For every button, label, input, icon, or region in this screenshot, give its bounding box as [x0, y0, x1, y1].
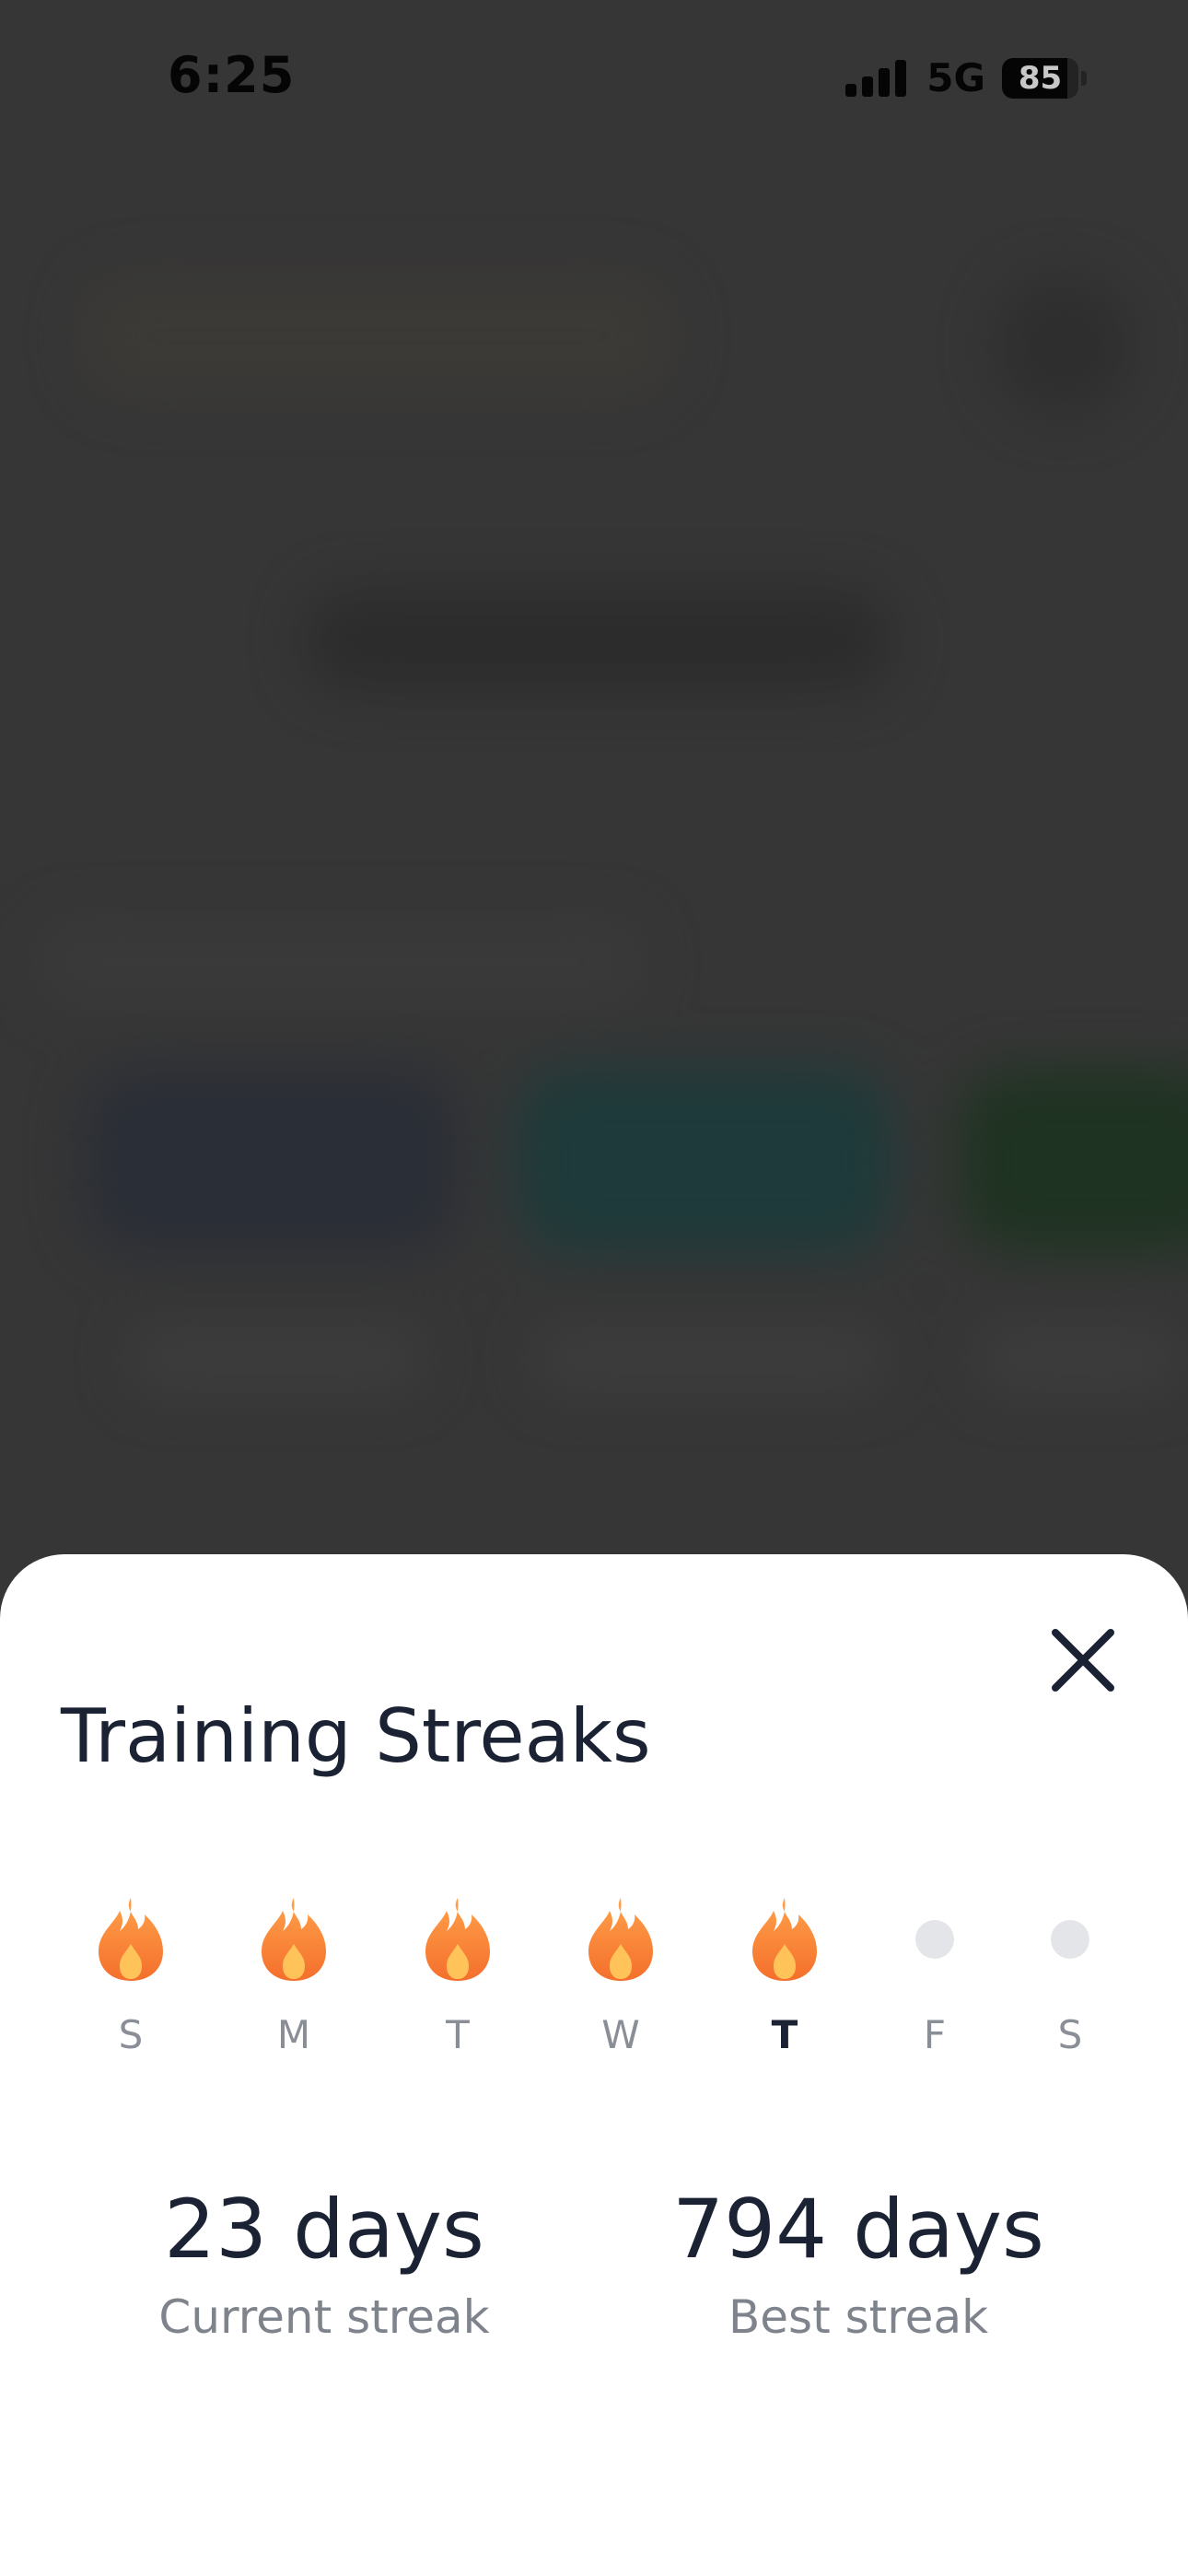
background-section-heading-shape — [37, 921, 645, 1004]
background-avatar-shape — [995, 276, 1133, 415]
current-streak-value: 23 days — [164, 2182, 484, 2277]
background-card-shape — [958, 1069, 1188, 1253]
close-button[interactable] — [1037, 1614, 1129, 1706]
background-text-shape — [129, 1327, 424, 1391]
battery-icon: 85 — [1002, 57, 1087, 99]
background-banner-shape — [304, 590, 893, 691]
day-3: T — [393, 1896, 522, 2055]
best-streak-label: Best streak — [728, 2290, 989, 2344]
day-1: S — [66, 1896, 195, 2055]
status-indicators: 5G 85 — [845, 55, 1087, 100]
best-streak-value: 794 days — [672, 2182, 1044, 2277]
close-icon — [1052, 1629, 1114, 1692]
flame-icon — [94, 1896, 168, 1983]
flame-icon — [584, 1896, 658, 1983]
day-letter: F — [923, 2012, 947, 2057]
empty-dot-icon — [915, 1920, 954, 1959]
background-text-shape — [976, 1327, 1179, 1391]
day-letter: S — [1057, 2012, 1083, 2057]
day-empty-dot — [1033, 1896, 1107, 1983]
day-7: S — [1006, 1896, 1135, 2055]
status-bar: 6:25 5G 85 — [0, 0, 1188, 157]
day-5: T — [720, 1896, 849, 2055]
empty-dot-icon — [1051, 1920, 1089, 1959]
sheet-title: Training Streaks — [61, 1693, 651, 1779]
day-empty-dot — [898, 1896, 972, 1983]
flame-icon — [421, 1896, 495, 1983]
day-letter: W — [601, 2012, 640, 2057]
background-header-shape — [83, 276, 672, 396]
day-letter: S — [118, 2012, 144, 2057]
flame-icon — [748, 1896, 821, 1983]
best-streak-stat: 794 days Best streak — [619, 2182, 1098, 2344]
background-text-shape — [534, 1327, 884, 1391]
signal-bars-icon — [845, 59, 907, 97]
current-streak-stat: 23 days Current streak — [85, 2182, 564, 2344]
status-time: 6:25 — [168, 46, 296, 104]
day-6: F — [870, 1896, 999, 2055]
current-streak-label: Current streak — [158, 2290, 490, 2344]
day-letter: T — [771, 2012, 798, 2057]
day-2: M — [229, 1896, 358, 2055]
battery-percent: 85 — [1018, 59, 1063, 97]
day-4: W — [556, 1896, 685, 2055]
background-card-shape — [516, 1069, 893, 1253]
flame-icon — [257, 1896, 331, 1983]
day-letter: T — [446, 2012, 470, 2057]
network-type: 5G — [926, 55, 985, 100]
day-letter: M — [276, 2012, 311, 2057]
background-card-shape — [83, 1069, 460, 1253]
